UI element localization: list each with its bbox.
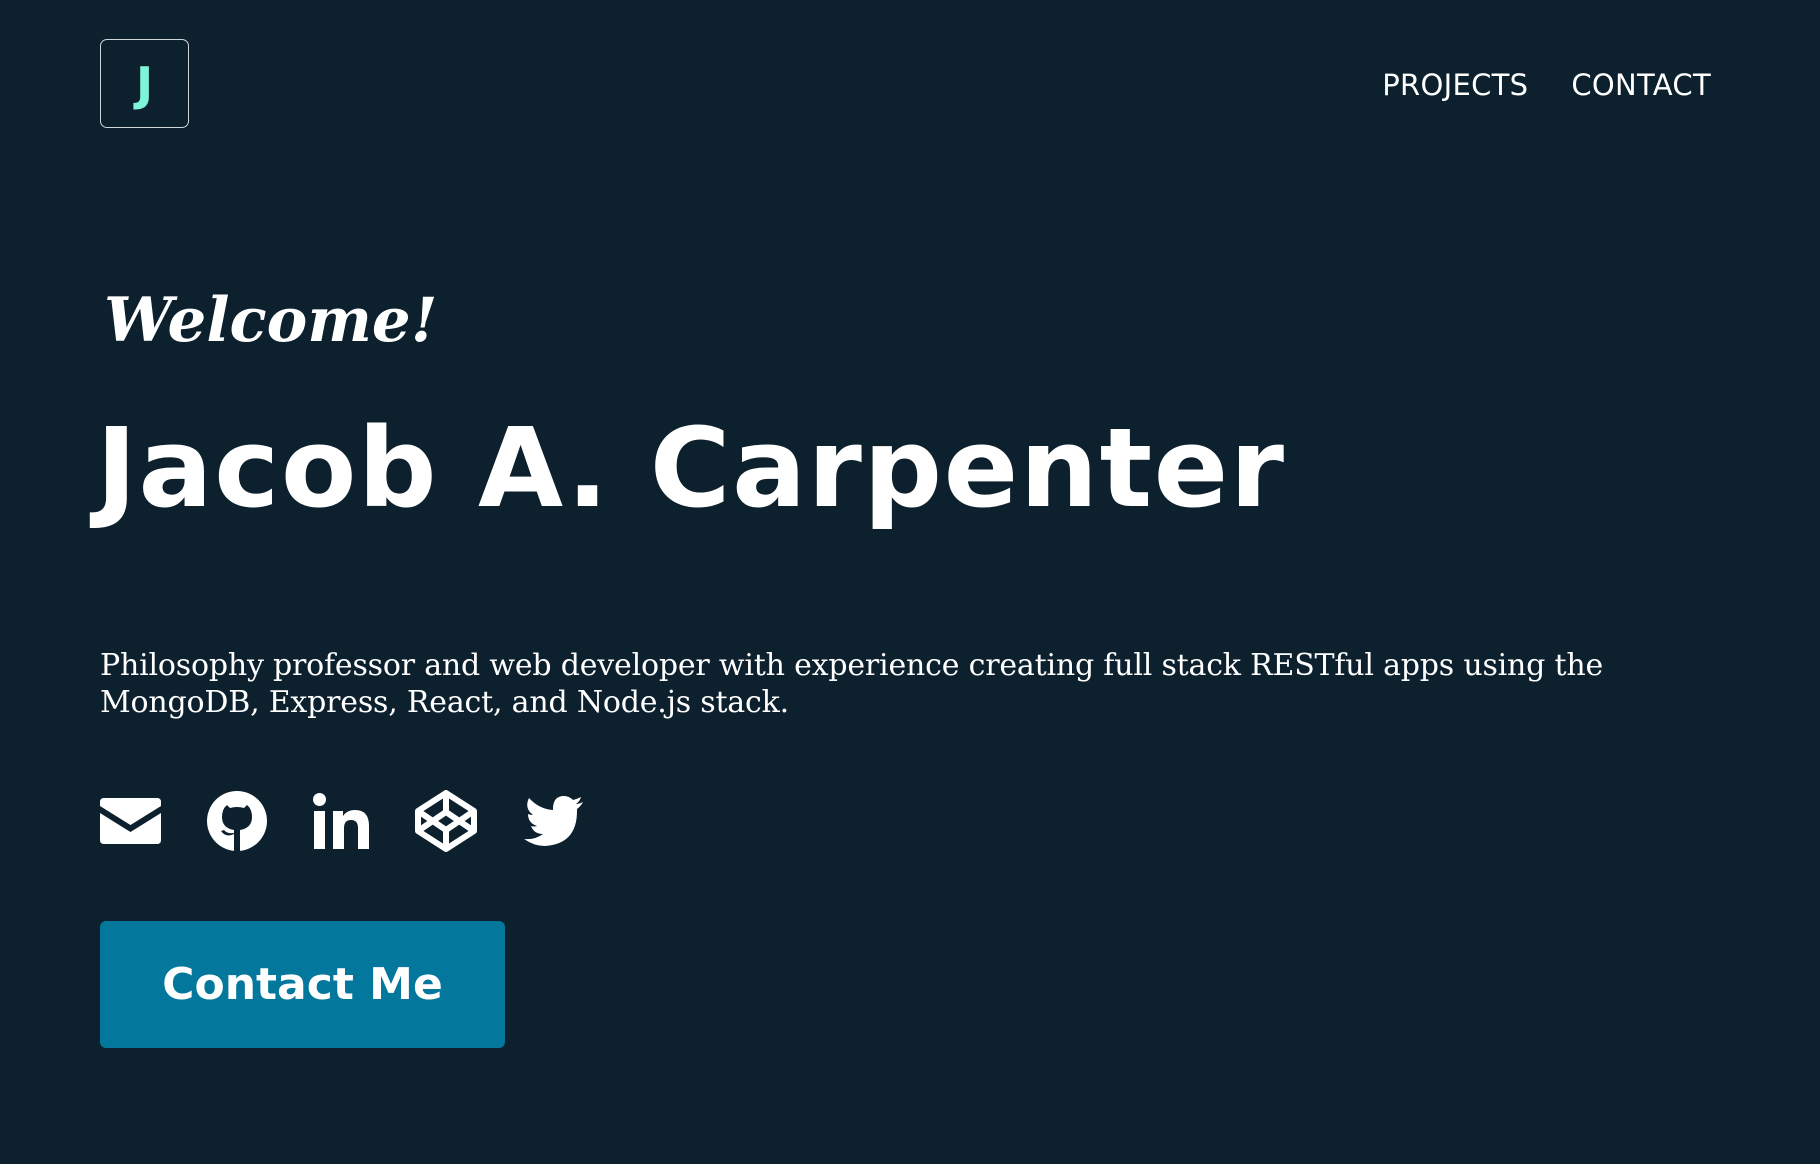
twitter-icon <box>523 796 583 846</box>
linkedin-link[interactable] <box>313 793 369 849</box>
codepen-link[interactable] <box>415 790 477 852</box>
nav-link-contact[interactable]: CONTACT <box>1571 64 1711 106</box>
nav-link-projects[interactable]: PROJECTS <box>1382 64 1528 106</box>
contact-me-button[interactable]: Contact Me <box>100 921 505 1048</box>
hero-bio: Philosophy professor and web developer w… <box>100 648 1604 720</box>
envelope-icon <box>100 798 161 844</box>
codepen-icon <box>415 790 477 852</box>
logo-text: J <box>135 56 154 111</box>
top-nav: PROJECTS CONTACT <box>1382 64 1711 106</box>
welcome-greeting: Welcome! <box>104 285 438 356</box>
github-link[interactable] <box>207 791 267 851</box>
twitter-link[interactable] <box>523 796 583 846</box>
linkedin-icon <box>313 793 369 849</box>
logo-link[interactable]: J <box>100 39 189 128</box>
email-link[interactable] <box>100 798 161 844</box>
github-icon <box>207 791 267 851</box>
hero-name: Jacob A. Carpenter <box>96 404 1286 532</box>
social-links <box>100 790 583 852</box>
